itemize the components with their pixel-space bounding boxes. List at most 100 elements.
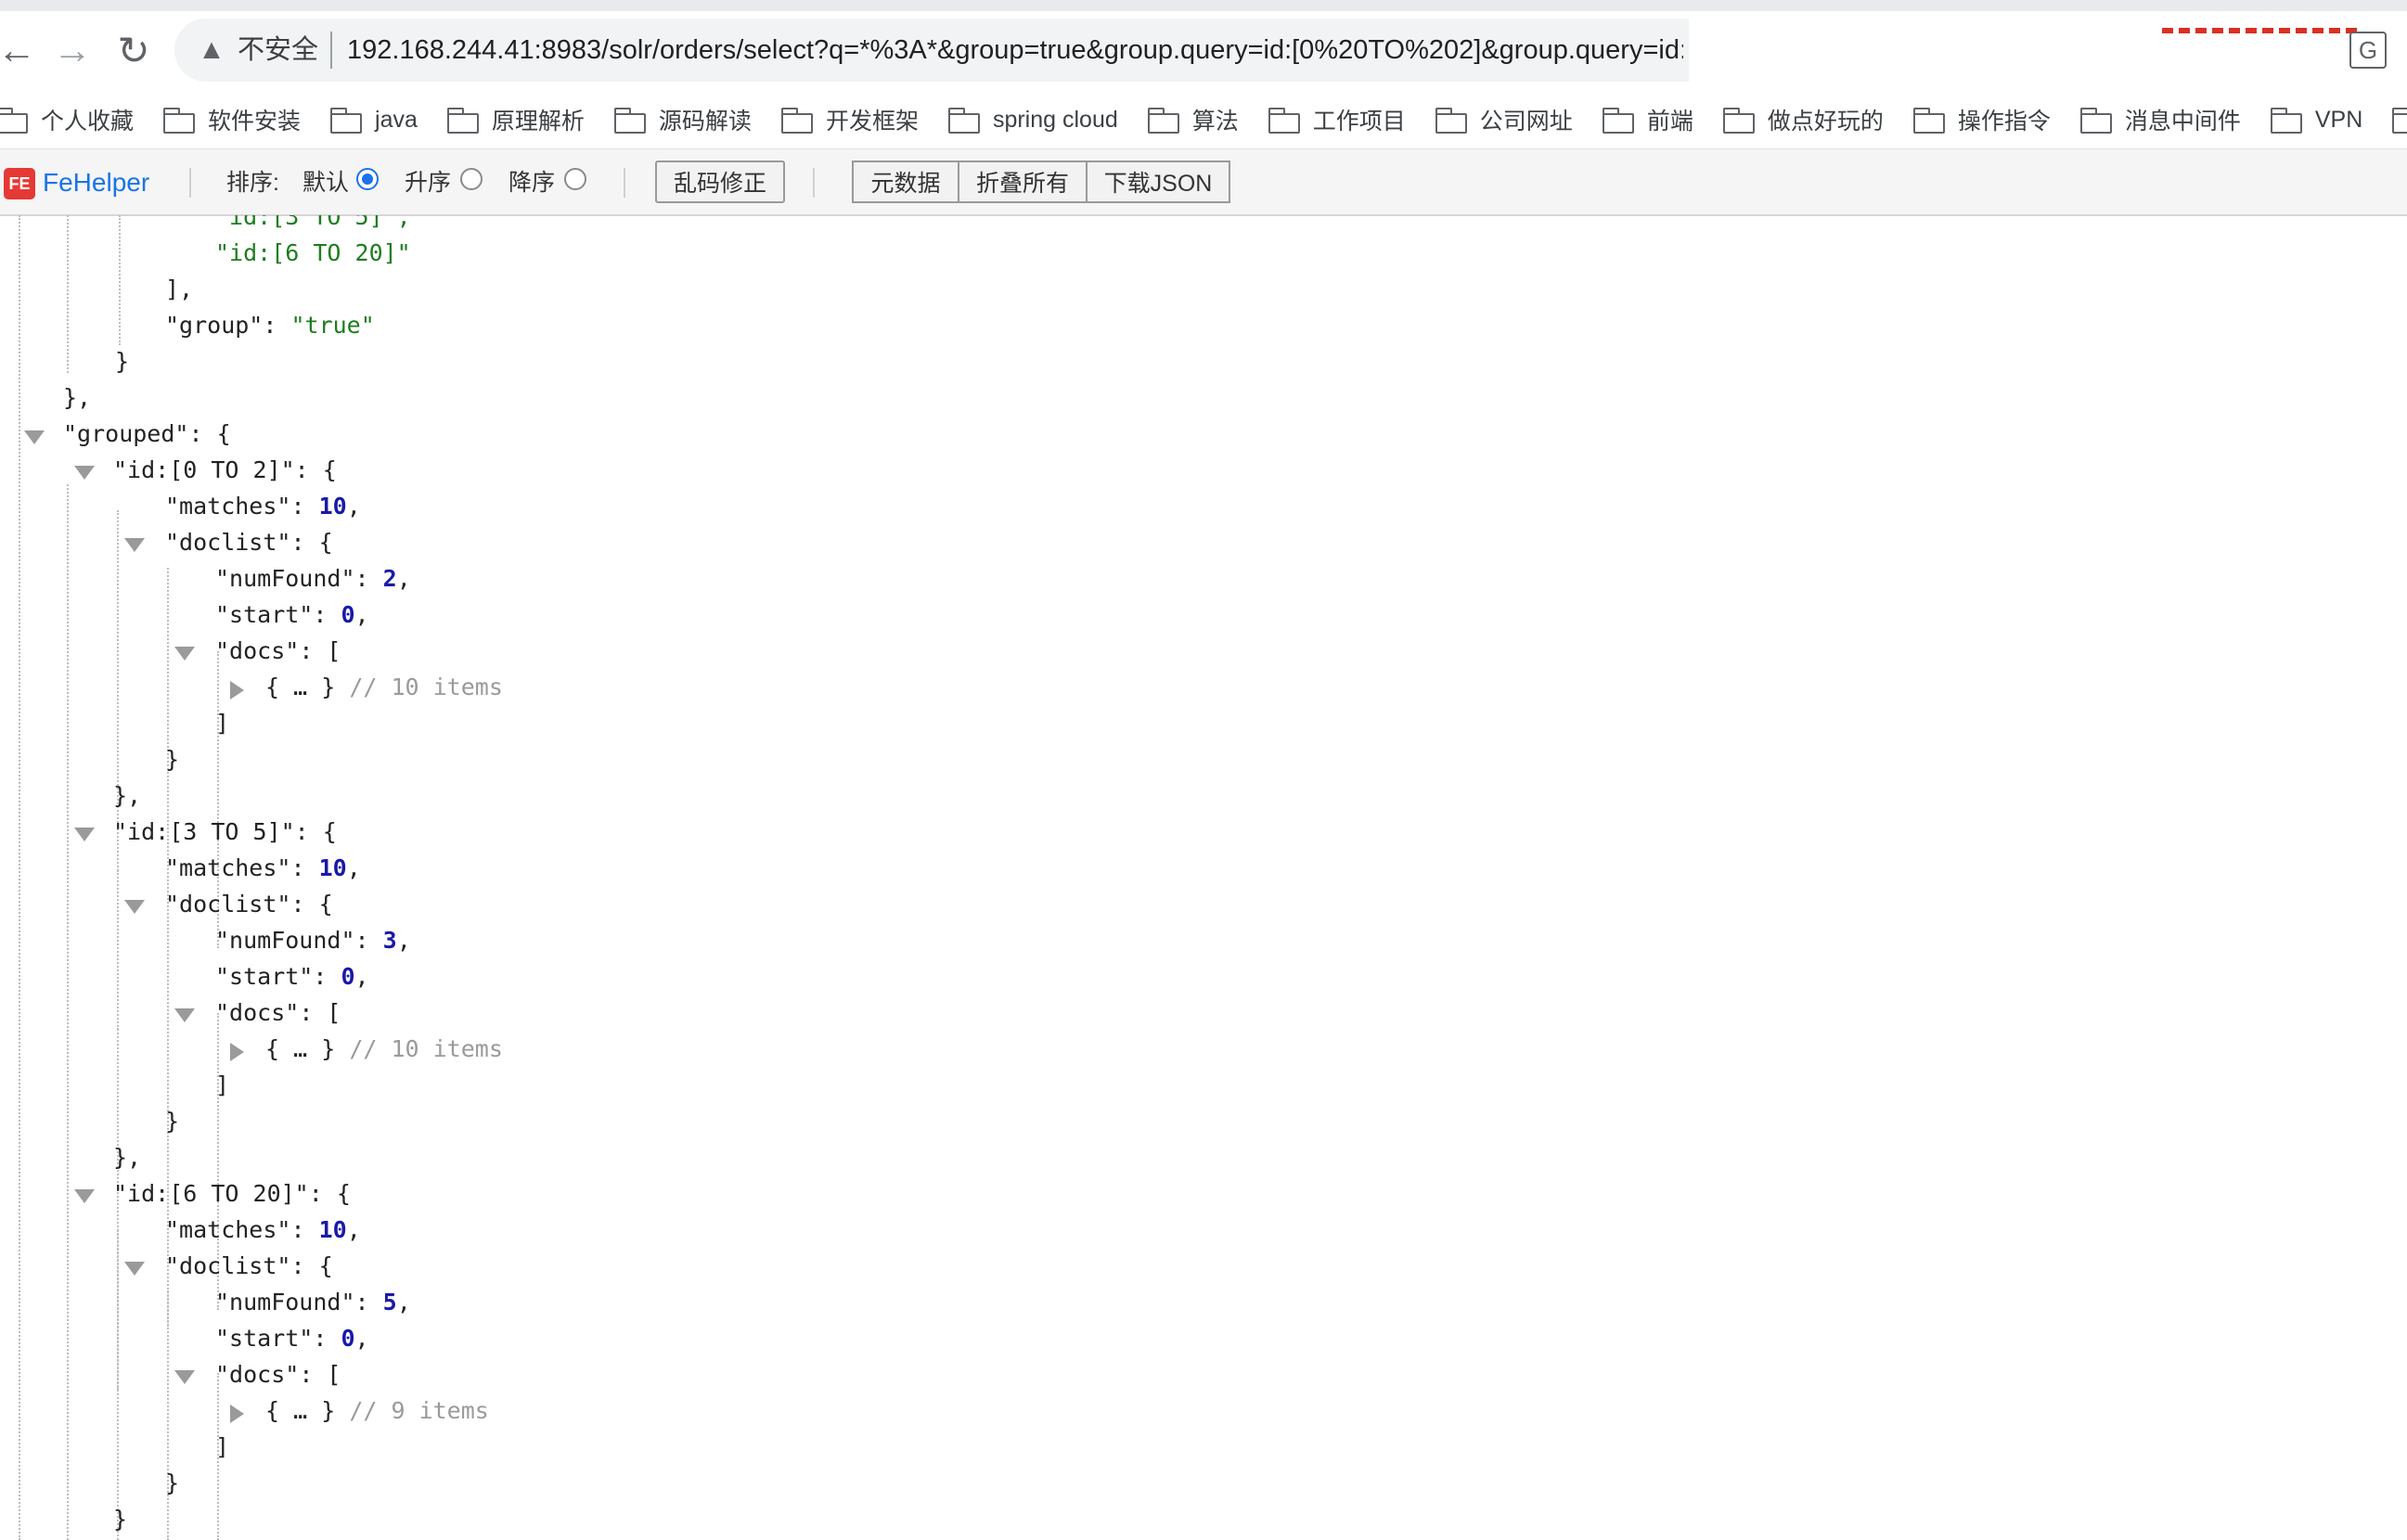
back-arrow-icon[interactable]: ← bbox=[0, 26, 41, 74]
expand-toggle-icon[interactable] bbox=[24, 430, 45, 444]
bookmark-folder-java[interactable]: java bbox=[330, 107, 418, 134]
sort-desc-label[interactable]: 降序 bbox=[508, 164, 555, 201]
tab-strip-edge bbox=[0, 0, 2407, 11]
json-line: "start": 0, bbox=[215, 963, 369, 990]
expand-toggle-icon[interactable] bbox=[74, 466, 95, 480]
red-annotation-mark bbox=[2162, 28, 2357, 43]
indent-guide bbox=[167, 1288, 169, 1540]
toolbar-divider bbox=[624, 168, 625, 198]
sort-asc-radio[interactable] bbox=[460, 168, 483, 190]
fix-encoding-button[interactable]: 乱码修正 bbox=[655, 160, 785, 203]
warning-icon[interactable]: ▲ bbox=[193, 32, 230, 69]
folder-icon bbox=[780, 108, 813, 134]
bookmark-folder-spring-cloud[interactable]: spring cloud bbox=[947, 107, 1118, 134]
download-json-button[interactable]: 下载JSON bbox=[1086, 160, 1230, 203]
expand-toggle-icon[interactable] bbox=[174, 1370, 195, 1384]
bookmark-folder-commands[interactable]: 操作指令 bbox=[1912, 103, 2051, 136]
bookmarks-bar: 个人收藏 软件安装 java 原理解析 源码解读 开发框架 spring clo… bbox=[0, 91, 2407, 149]
json-line-collapsed[interactable]: { … } // 10 items bbox=[265, 669, 503, 705]
bookmark-folder-algorithms[interactable]: 算法 bbox=[1147, 103, 1239, 136]
json-line: ] bbox=[215, 710, 230, 737]
toolbar-divider bbox=[813, 168, 815, 198]
indent-guide bbox=[19, 215, 20, 1540]
bookmark-folder-frontend[interactable]: 前端 bbox=[1602, 103, 1693, 136]
bookmark-label: 做点好玩的 bbox=[1767, 109, 1884, 135]
folder-icon bbox=[2270, 108, 2302, 134]
expand-toggle-icon[interactable] bbox=[74, 828, 95, 841]
fehelper-brand[interactable]: FeHelper bbox=[43, 164, 149, 201]
sort-default-radio[interactable] bbox=[356, 168, 379, 190]
sort-asc-label[interactable]: 升序 bbox=[405, 164, 451, 201]
indent-guide bbox=[119, 215, 121, 345]
indent-guide bbox=[67, 484, 69, 1540]
folder-icon bbox=[1435, 108, 1467, 134]
json-line: "numFound": 3, bbox=[215, 927, 411, 954]
bookmark-folder-principles[interactable]: 原理解析 bbox=[446, 103, 585, 136]
bookmark-folder-mq[interactable]: 消息中间件 bbox=[2079, 103, 2241, 136]
expand-toggle-icon[interactable] bbox=[74, 1189, 95, 1203]
address-bar[interactable]: ▲ 不安全 192.168.244.41:8983/solr/orders/se… bbox=[174, 19, 1689, 82]
sort-default-label[interactable]: 默认 bbox=[302, 164, 349, 201]
address-divider bbox=[330, 32, 332, 69]
bookmark-folder-vpn[interactable]: VPN bbox=[2270, 106, 2363, 134]
reload-icon[interactable]: ↻ bbox=[109, 26, 158, 74]
url-input[interactable]: 192.168.244.41:8983/solr/orders/select?q… bbox=[347, 32, 1683, 69]
insecure-label[interactable]: 不安全 bbox=[238, 32, 318, 69]
bookmark-folder-fun[interactable]: 做点好玩的 bbox=[1722, 103, 1884, 136]
folder-icon bbox=[1722, 108, 1755, 134]
bookmark-folder-personal[interactable]: 个人收藏 bbox=[0, 103, 134, 136]
json-line: }, bbox=[113, 782, 142, 809]
sort-desc-radio[interactable] bbox=[564, 168, 586, 190]
sort-label: 排序: bbox=[226, 170, 279, 196]
json-line-group-key: "id:[6 TO 20]": { bbox=[113, 1180, 351, 1207]
expand-toggle-icon[interactable] bbox=[174, 1008, 195, 1022]
fehelper-logo-icon: FE bbox=[4, 168, 35, 199]
collapsed-toggle-icon[interactable] bbox=[230, 681, 244, 699]
bookmark-label: 工作项目 bbox=[1312, 109, 1406, 135]
bookmark-folder-software[interactable]: 软件安装 bbox=[163, 103, 301, 136]
json-line: } bbox=[113, 1506, 128, 1533]
collapsed-toggle-icon[interactable] bbox=[230, 1405, 244, 1423]
json-line: "doclist": { bbox=[165, 529, 333, 556]
json-line-collapsed[interactable]: { … } // 9 items bbox=[265, 1392, 489, 1429]
json-line: ] bbox=[215, 1072, 230, 1098]
bookmark-label: VPN bbox=[2314, 106, 2363, 133]
forward-arrow-icon[interactable]: → bbox=[48, 26, 97, 74]
json-line: "numFound": 5, bbox=[215, 1289, 411, 1315]
json-line: "matches": 10, bbox=[165, 854, 361, 881]
folder-icon bbox=[1147, 108, 1179, 134]
bookmark-folder-frameworks[interactable]: 开发框架 bbox=[780, 103, 919, 136]
json-line: } bbox=[115, 348, 130, 375]
expand-toggle-icon[interactable] bbox=[174, 647, 195, 661]
json-line-collapsed[interactable]: { … } // 10 items bbox=[265, 1031, 503, 1067]
json-line: } bbox=[165, 746, 180, 773]
bookmark-label: 开发框架 bbox=[825, 109, 919, 135]
json-line: "docs": [ bbox=[215, 637, 341, 664]
folder-icon bbox=[947, 108, 980, 134]
json-line: "docs": [ bbox=[215, 1361, 341, 1388]
json-line: "id:[6 TO 20]" bbox=[215, 239, 411, 266]
expand-toggle-icon[interactable] bbox=[124, 900, 145, 914]
collapsed-toggle-icon[interactable] bbox=[230, 1043, 244, 1061]
bookmark-folder-overflow[interactable] bbox=[2392, 108, 2407, 134]
json-line: "numFound": 2, bbox=[215, 565, 411, 592]
json-line: "start": 0, bbox=[215, 1325, 369, 1352]
folder-icon bbox=[1912, 108, 1945, 134]
folder-icon bbox=[2079, 108, 2112, 134]
collapse-all-button[interactable]: 折叠所有 bbox=[958, 160, 1088, 203]
json-viewer: "id:[3 TO 5]", "id:[6 TO 20]" ], "group"… bbox=[0, 215, 2407, 1540]
bookmark-folder-source[interactable]: 源码解读 bbox=[613, 103, 752, 136]
folder-icon bbox=[446, 108, 479, 134]
translate-icon[interactable]: G bbox=[2349, 32, 2387, 69]
metadata-button[interactable]: 元数据 bbox=[852, 160, 959, 203]
folder-icon bbox=[1602, 108, 1634, 134]
bookmark-folder-company[interactable]: 公司网址 bbox=[1435, 103, 1573, 136]
folder-icon bbox=[0, 108, 28, 134]
json-line: "matches": 10, bbox=[165, 493, 361, 520]
expand-toggle-icon[interactable] bbox=[124, 538, 145, 552]
fehelper-toolbar: FE FeHelper 排序: 默认 升序 降序 乱码修正 元数据 折叠所有 下… bbox=[0, 149, 2407, 216]
bookmark-folder-work[interactable]: 工作项目 bbox=[1268, 103, 1406, 136]
bookmark-label: 前端 bbox=[1646, 109, 1693, 135]
expand-toggle-icon[interactable] bbox=[124, 1262, 145, 1276]
folder-icon bbox=[330, 108, 363, 134]
